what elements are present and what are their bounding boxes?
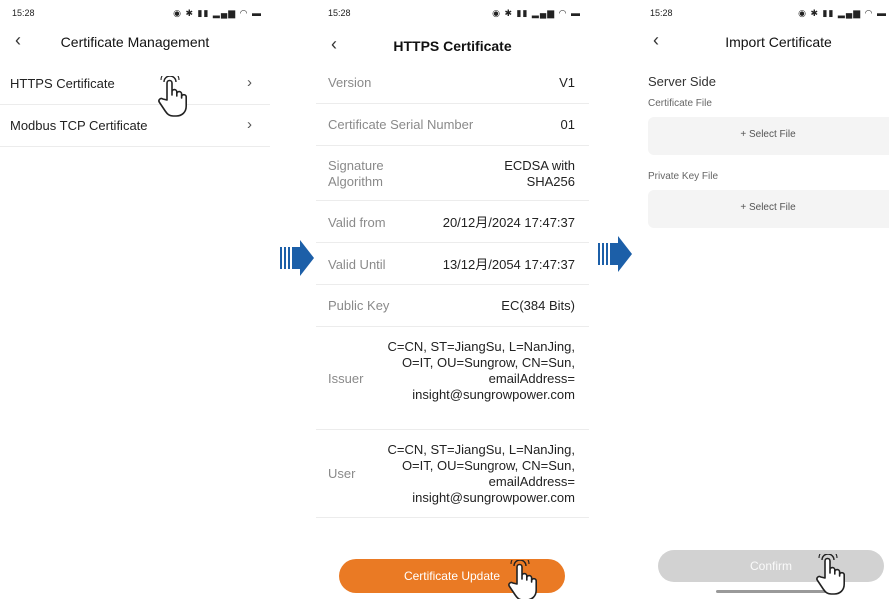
page-title: HTTPS Certificate — [393, 38, 512, 54]
row-key: Certificate Serial Number — [328, 117, 474, 132]
list-item-https-certificate[interactable]: HTTPS Certificate › — [0, 62, 270, 105]
chevron-right-icon: › — [247, 74, 252, 91]
status-bar: 15:28 ◉ ✱ ▮▮ ▂▄▆ ◠ ▬ — [0, 0, 270, 24]
row-key: Version — [328, 75, 372, 90]
row-value: 13/12月/2054 17:47:37 — [442, 257, 575, 272]
detail-row-issuer: Issuer C=CN, ST=JiangSu, L=NanJing, O=IT… — [316, 327, 589, 430]
row-value: EC(384 Bits) — [501, 298, 575, 313]
status-time: 15:28 — [328, 8, 351, 18]
detail-row-valid-until: Valid Until 13/12月/2054 17:47:37 — [316, 243, 589, 285]
server-side-heading: Server Side — [648, 74, 716, 89]
select-private-key-file-button[interactable]: + Select File — [648, 190, 889, 228]
detail-row-serial-number: Certificate Serial Number 01 — [316, 104, 589, 146]
row-value: C=CN, ST=JiangSu, L=NanJing, O=IT, OU=Su… — [387, 442, 575, 505]
https-certificate-screen: 15:28 ◉ ✱ ▮▮ ▂▄▆ ◠ ▬ ‹ HTTPS Certificate… — [316, 0, 589, 599]
nav-bar: ‹ HTTPS Certificate — [316, 30, 589, 62]
home-indicator — [716, 590, 826, 593]
certificate-file-label: Certificate File — [648, 98, 712, 109]
status-bar: 15:28 ◉ ✱ ▮▮ ▂▄▆ ◠ ▬ — [638, 0, 889, 24]
row-key: Issuer — [328, 371, 364, 386]
detail-row-public-key: Public Key EC(384 Bits) — [316, 285, 589, 327]
list-item-label: Modbus TCP Certificate — [10, 118, 148, 133]
row-value: 20/12月/2024 17:47:37 — [442, 215, 575, 230]
status-icons: ◉ ✱ ▮▮ ▂▄▆ ◠ ▬ — [798, 8, 887, 18]
row-value: C=CN, ST=JiangSu, L=NanJing, O=IT, OU=Su… — [387, 339, 575, 402]
list-item-modbus-tcp-certificate[interactable]: Modbus TCP Certificate › — [0, 104, 270, 147]
private-key-file-label: Private Key File — [648, 171, 719, 182]
row-value: V1 — [559, 75, 575, 90]
row-value: ECDSA with SHA256 — [504, 158, 575, 189]
tap-hand-icon — [508, 560, 537, 599]
status-icons: ◉ ✱ ▮▮ ▂▄▆ ◠ ▬ — [173, 8, 262, 18]
tap-hand-icon — [816, 554, 845, 595]
status-time: 15:28 — [650, 8, 673, 18]
tap-hand-icon — [158, 76, 187, 117]
page-title: Import Certificate — [725, 34, 832, 50]
nav-bar: ‹ Certificate Management — [0, 26, 270, 58]
chevron-right-icon: › — [247, 116, 252, 133]
row-key: Valid Until — [328, 257, 386, 272]
nav-bar: ‹ Import Certificate — [638, 26, 889, 58]
flow-arrow-icon — [598, 236, 632, 272]
detail-row-version: Version V1 — [316, 62, 589, 104]
certificate-management-screen: 15:28 ◉ ✱ ▮▮ ▂▄▆ ◠ ▬ ‹ Certificate Manag… — [0, 0, 270, 599]
select-file-label: + Select File — [740, 129, 796, 140]
import-certificate-screen: 15:28 ◉ ✱ ▮▮ ▂▄▆ ◠ ▬ ‹ Import Certificat… — [638, 0, 889, 599]
detail-row-valid-from: Valid from 20/12月/2024 17:47:37 — [316, 201, 589, 243]
status-bar: 15:28 ◉ ✱ ▮▮ ▂▄▆ ◠ ▬ — [316, 0, 589, 24]
select-file-label: + Select File — [740, 202, 796, 213]
row-key: User — [328, 466, 356, 481]
row-value: 01 — [560, 117, 575, 132]
list-item-label: HTTPS Certificate — [10, 76, 115, 91]
detail-row-user: User C=CN, ST=JiangSu, L=NanJing, O=IT, … — [316, 430, 589, 518]
row-key: Signature Algorithm — [328, 158, 384, 189]
confirm-button[interactable]: Confirm — [658, 550, 884, 582]
flow-arrow-icon — [280, 240, 314, 276]
status-time: 15:28 — [12, 8, 35, 18]
detail-row-signature-algorithm: Signature Algorithm ECDSA with SHA256 — [316, 146, 589, 201]
row-key: Public Key — [328, 298, 390, 313]
row-key: Valid from — [328, 215, 386, 230]
select-certificate-file-button[interactable]: + Select File — [648, 117, 889, 155]
status-icons: ◉ ✱ ▮▮ ▂▄▆ ◠ ▬ — [492, 8, 581, 18]
page-title: Certificate Management — [60, 34, 210, 50]
